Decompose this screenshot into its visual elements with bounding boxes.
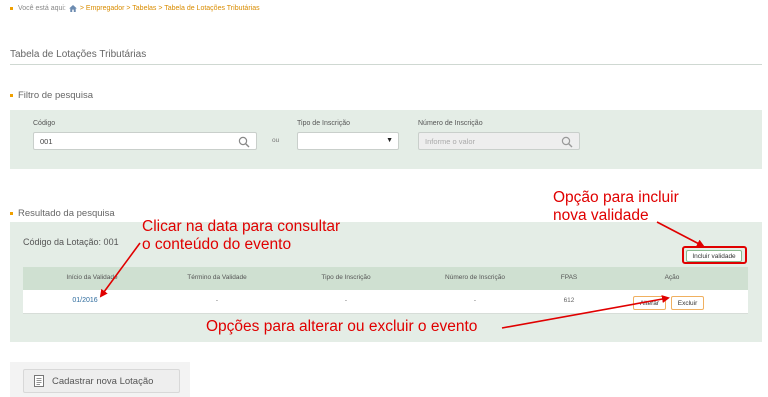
annotation-incluir-line1: Opção para incluir [553, 189, 679, 206]
annotation-incluir: Opção para incluir nova validade [553, 189, 679, 225]
annotation-data: Clicar na data para consultar o conteúdo… [142, 218, 340, 254]
arrow-to-incluir [656, 221, 705, 247]
annotation-incluir-line2: nova validade [553, 207, 649, 224]
arrow-to-acoes [501, 295, 670, 329]
annotation-data-line2: o conteúdo do evento [142, 236, 292, 253]
annotation-data-line1: Clicar na data para consultar [142, 218, 341, 235]
annotation-opcoes: Opções para alterar ou excluir o evento [206, 318, 478, 335]
page: Você está aqui: > Empregador > Tabelas >… [0, 0, 768, 397]
arrow-to-data [99, 242, 141, 298]
